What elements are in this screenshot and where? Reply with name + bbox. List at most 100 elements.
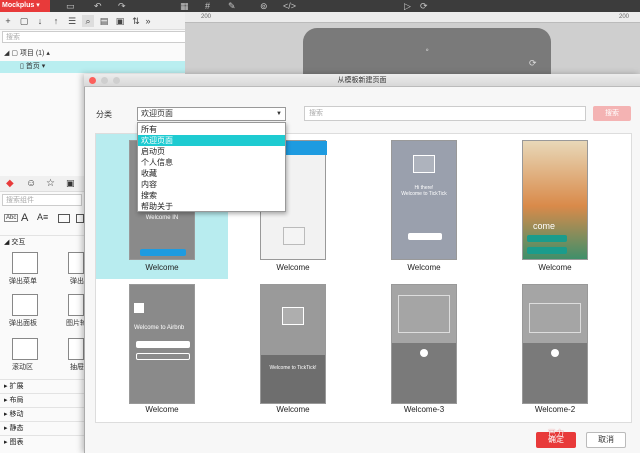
thumb-image-placeholder bbox=[282, 307, 304, 325]
search-icon[interactable]: ⌕ bbox=[82, 15, 94, 27]
image-icon[interactable]: ▣ bbox=[66, 178, 75, 189]
section-layout[interactable]: ▸ 布局 bbox=[0, 393, 84, 407]
copy-icon[interactable]: ▢ bbox=[18, 15, 30, 27]
template-thumbnail: Welcome to TickTick! bbox=[260, 284, 326, 404]
carousel-widget[interactable] bbox=[68, 294, 84, 316]
dialog-title: 从模板新建页面 bbox=[84, 74, 640, 87]
popup-widget[interactable] bbox=[68, 252, 84, 274]
section-extension[interactable]: ▸ 扩展 bbox=[0, 379, 84, 393]
refresh-icon[interactable]: ⟳ bbox=[420, 0, 428, 12]
thumb-image-placeholder bbox=[529, 303, 581, 333]
template-label: Welcome bbox=[145, 405, 179, 414]
cancel-button[interactable]: 取消 bbox=[586, 432, 626, 448]
grid-icon[interactable]: ▦ bbox=[180, 0, 189, 12]
tree-project[interactable]: ◢ ▢ 项目 (1) ▴ bbox=[0, 48, 195, 60]
popup-panel-widget[interactable] bbox=[12, 294, 38, 316]
widget-tabs: ◆ ☺ ☆ ▣ bbox=[0, 176, 84, 192]
template-card-7[interactable]: Welcome-3 bbox=[358, 278, 490, 423]
dropdown-option[interactable]: 内容 bbox=[138, 179, 285, 190]
thumb-image-placeholder bbox=[413, 155, 435, 173]
dropdown-option[interactable]: 所有 bbox=[138, 124, 285, 135]
widget-label: 抽屉 bbox=[70, 364, 84, 371]
widget-search-input[interactable]: 搜索组件 bbox=[2, 194, 82, 206]
play-icon[interactable]: ▷ bbox=[404, 0, 411, 12]
thumb-button bbox=[136, 341, 190, 348]
ruler-tick: 200 bbox=[619, 14, 630, 20]
template-thumbnail bbox=[391, 284, 457, 404]
widget-search-placeholder: 搜索组件 bbox=[6, 197, 34, 204]
undo-icon[interactable]: ↶ bbox=[94, 0, 102, 12]
thumb-title: Hi there! Welcome to TickTick bbox=[401, 185, 447, 197]
section-static[interactable]: ▸ 静态 bbox=[0, 421, 84, 435]
template-card-4[interactable]: come Welcome bbox=[489, 134, 621, 279]
move-down-icon[interactable]: ↓ bbox=[34, 15, 46, 27]
scroll-area-widget[interactable] bbox=[12, 338, 38, 360]
section-chart[interactable]: ▸ 图表 bbox=[0, 435, 84, 449]
template-card-6[interactable]: Welcome to TickTick! Welcome bbox=[227, 278, 359, 423]
link-icon[interactable]: ⊚ bbox=[260, 0, 268, 12]
section-label: 静态 bbox=[9, 425, 24, 432]
page-search-placeholder: 搜索 bbox=[6, 34, 20, 41]
tree-page-home[interactable]: ▯ 首页 ▾ bbox=[0, 61, 195, 73]
category-dropdown: 所有 欢迎页面 启动页 个人信息 收藏 内容 搜索 帮助关于 bbox=[137, 122, 286, 212]
popup-menu-widget[interactable] bbox=[12, 252, 38, 274]
thumb-title: Welcome to TickTick! bbox=[269, 365, 317, 371]
star-icon[interactable]: ☆ bbox=[46, 178, 55, 189]
font-size-icon[interactable]: A≡ bbox=[37, 212, 48, 222]
template-label: Welcome-2 bbox=[534, 405, 576, 414]
category-value: 欢迎页面 bbox=[141, 109, 173, 118]
paint-icon[interactable]: ✎ bbox=[228, 0, 236, 12]
template-thumbnail: Welcome to Airbnb bbox=[129, 284, 195, 404]
thumb-dot bbox=[551, 349, 559, 357]
brand-label: Mockplus bbox=[2, 2, 35, 9]
section-interaction[interactable]: ◢ 交互 bbox=[0, 235, 84, 249]
font-icon[interactable]: A bbox=[21, 212, 28, 224]
smile-icon[interactable]: ☺ bbox=[26, 178, 36, 189]
drawer-widget[interactable] bbox=[68, 338, 84, 360]
save-icon[interactable]: ▭ bbox=[66, 0, 75, 12]
template-card-8[interactable]: Welcome-2 bbox=[489, 278, 621, 423]
close-window-icon[interactable] bbox=[89, 77, 96, 84]
brand-menu[interactable]: Mockplus ▾ bbox=[0, 0, 50, 12]
redo-icon[interactable]: ↷ bbox=[118, 0, 126, 12]
more-icon[interactable]: » bbox=[142, 15, 154, 27]
hash-icon[interactable]: # bbox=[205, 0, 210, 12]
rect-icon[interactable] bbox=[58, 214, 70, 223]
folder-icon[interactable]: ▣ bbox=[114, 15, 126, 27]
rotate-icon[interactable]: ⟳ bbox=[529, 58, 537, 69]
minimize-window-icon[interactable] bbox=[101, 77, 108, 84]
thumb-button bbox=[527, 235, 567, 242]
template-card-5[interactable]: Welcome to Airbnb Welcome bbox=[96, 278, 228, 423]
category-select[interactable]: 欢迎页面 ▼ bbox=[137, 107, 286, 121]
section-label: 扩展 bbox=[9, 383, 24, 390]
template-search-input[interactable]: 搜索 bbox=[304, 106, 586, 121]
thumb-title: come bbox=[533, 221, 556, 231]
thumb-image-placeholder bbox=[398, 295, 450, 333]
maximize-window-icon[interactable] bbox=[113, 77, 120, 84]
text-widget-icon[interactable]: Abc bbox=[4, 214, 19, 222]
move-up-icon[interactable]: ↑ bbox=[50, 15, 62, 27]
dropdown-option[interactable]: 启动页 bbox=[138, 146, 285, 157]
page-toolbar: + ▢ ↓ ↑ ☰ ⌕ ▤ ▣ ⇅ » bbox=[0, 12, 195, 30]
ruler: 200 200 bbox=[185, 12, 640, 23]
cube-icon[interactable]: ◆ bbox=[6, 178, 14, 189]
sort-icon[interactable]: ⇅ bbox=[130, 15, 142, 27]
dropdown-option[interactable]: 搜索 bbox=[138, 190, 285, 201]
section-mobile[interactable]: ▸ 移动 bbox=[0, 407, 84, 421]
page-search-input[interactable]: 搜索 bbox=[2, 31, 190, 43]
button-widget-icon[interactable] bbox=[76, 214, 84, 223]
list-icon[interactable]: ☰ bbox=[66, 15, 78, 27]
search-button[interactable]: 搜索 bbox=[593, 106, 631, 121]
code-icon[interactable]: </> bbox=[283, 0, 296, 12]
template-icon[interactable]: ▤ bbox=[98, 15, 110, 27]
section-label: 图表 bbox=[9, 439, 24, 446]
add-icon[interactable]: + bbox=[2, 15, 14, 27]
center-dot-icon: ∘ bbox=[425, 47, 430, 54]
widget-label: 弹出面板 bbox=[9, 320, 37, 327]
dropdown-option[interactable]: 欢迎页面 bbox=[138, 135, 285, 146]
dropdown-option[interactable]: 收藏 bbox=[138, 168, 285, 179]
template-search-placeholder: 搜索 bbox=[309, 110, 323, 117]
template-card-3[interactable]: Hi there! Welcome to TickTick Welcome bbox=[358, 134, 490, 279]
dropdown-option[interactable]: 帮助关于 bbox=[138, 201, 285, 212]
dropdown-option[interactable]: 个人信息 bbox=[138, 157, 285, 168]
